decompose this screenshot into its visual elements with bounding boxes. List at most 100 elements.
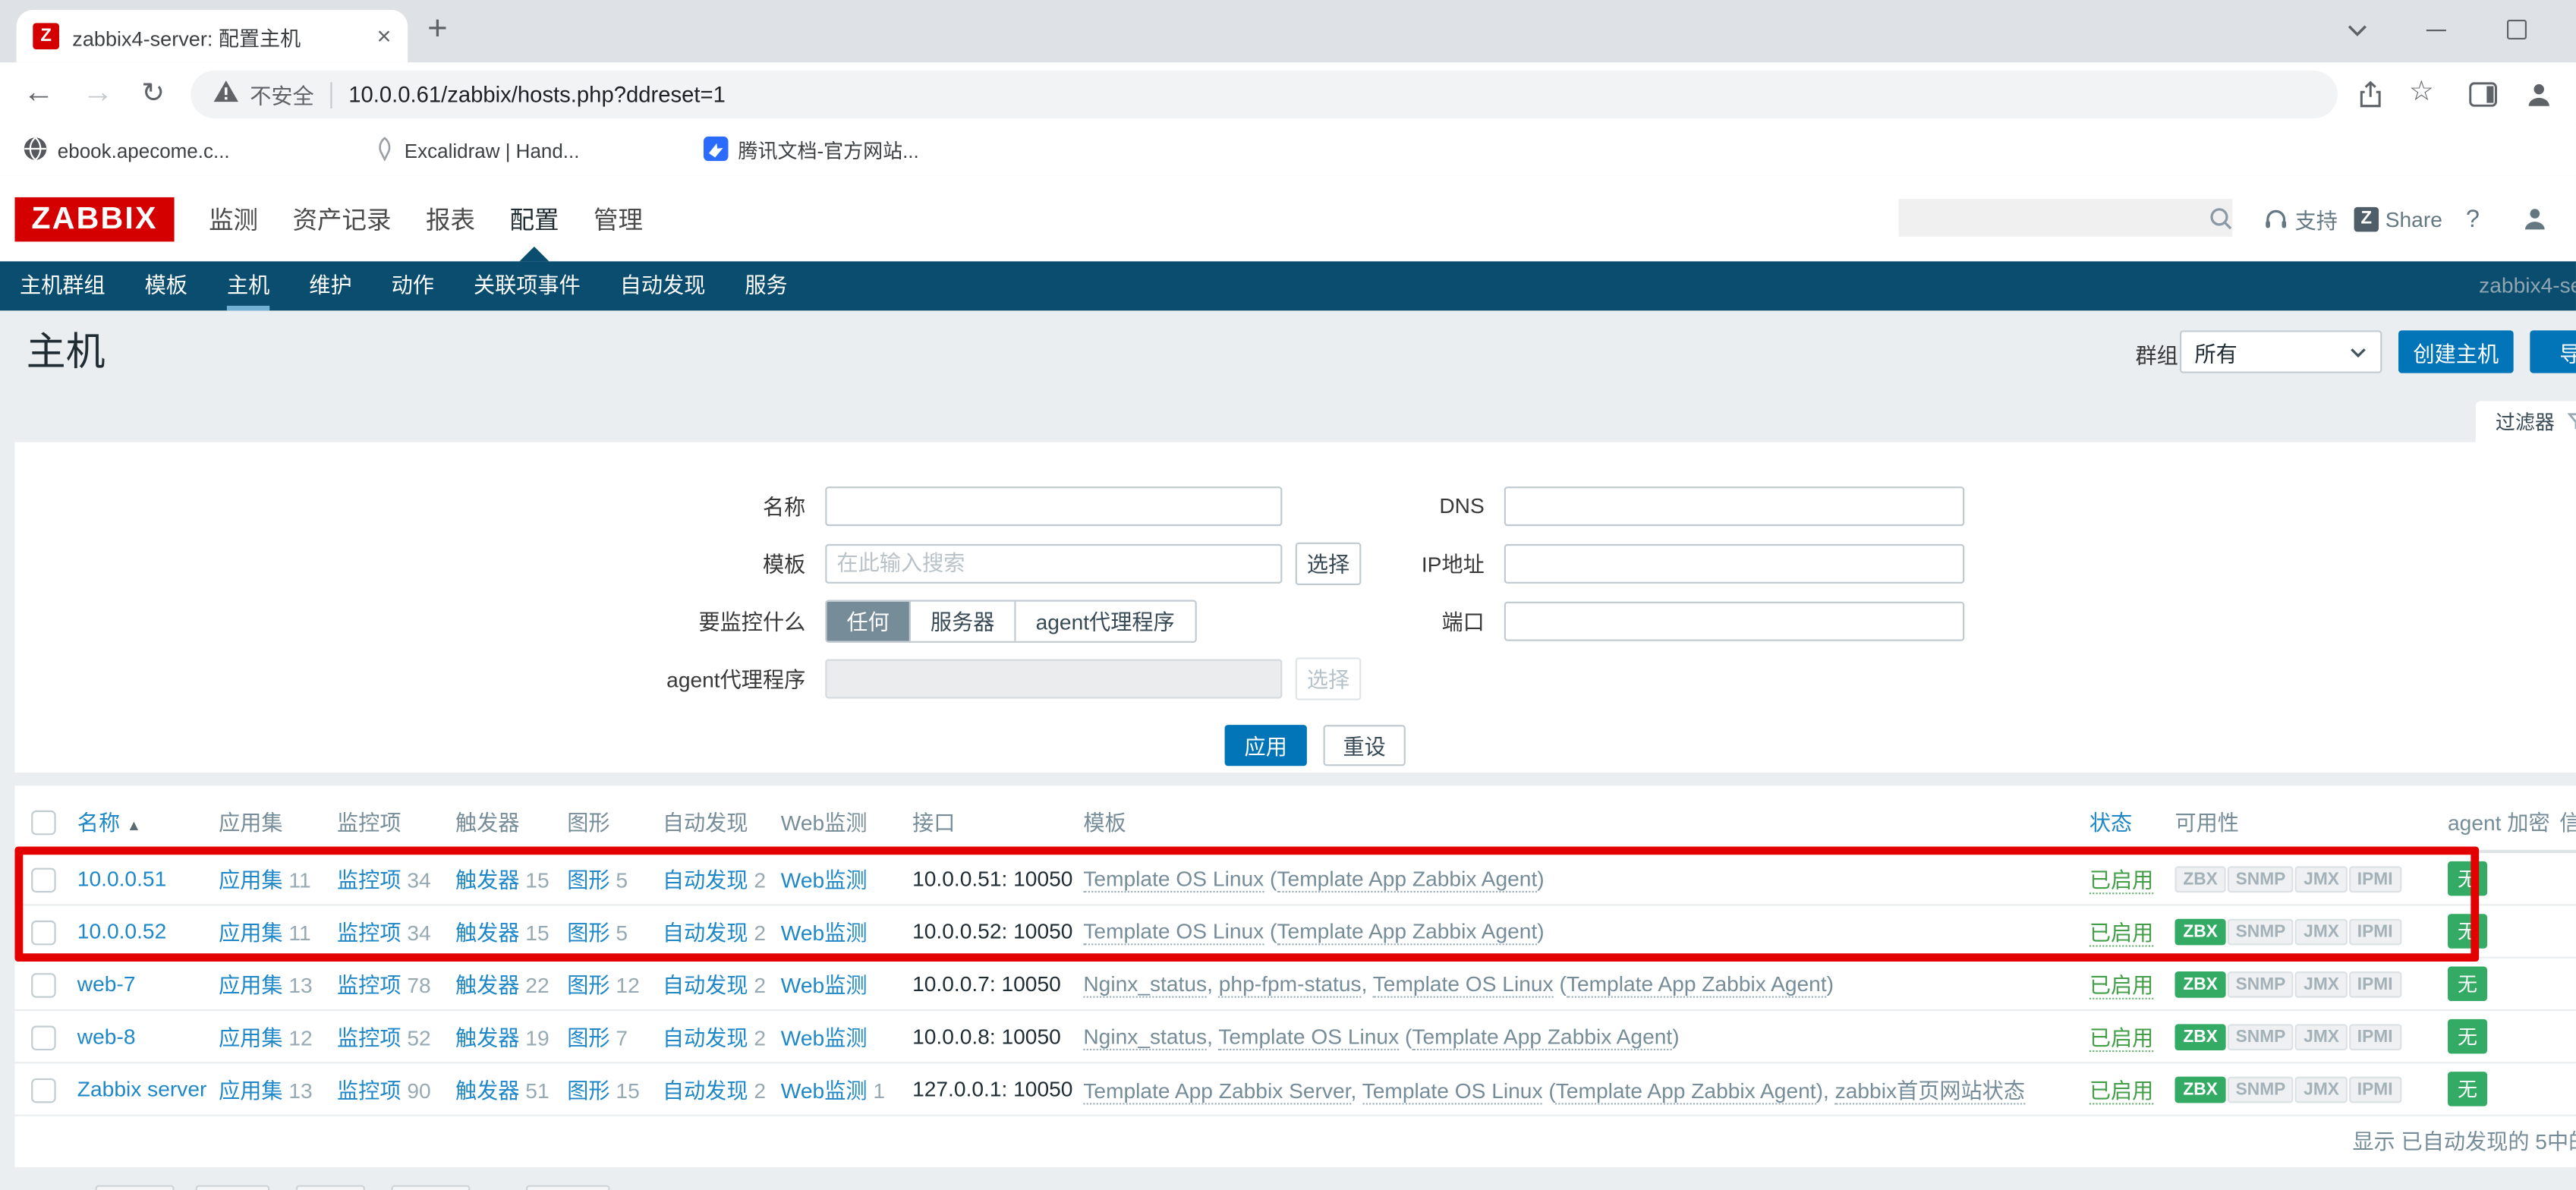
graphs-link[interactable]: 图形 xyxy=(567,1026,609,1050)
zabbix-logo[interactable]: ZABBIX xyxy=(14,197,174,241)
applications-link[interactable]: 应用集 xyxy=(219,1078,283,1103)
template-link[interactable]: Nginx_status xyxy=(1083,1024,1207,1050)
template-link[interactable]: php-fpm-status xyxy=(1219,971,1362,998)
mass-action-button[interactable] xyxy=(196,1185,269,1190)
monitored-by-server[interactable]: 服务器 xyxy=(911,601,1016,641)
web-link[interactable]: Web监测 xyxy=(781,921,868,945)
items-link[interactable]: 监控项 xyxy=(337,973,402,997)
template-link[interactable]: Template App Zabbix Agent xyxy=(1556,1078,1816,1105)
forward-button[interactable]: → xyxy=(82,76,113,112)
side-panel-icon[interactable] xyxy=(2466,77,2499,110)
mass-action-button[interactable] xyxy=(526,1185,609,1190)
dns-filter-input[interactable] xyxy=(1504,486,1964,525)
bookmark-item[interactable]: Excalidraw | Hand... xyxy=(375,136,580,165)
reload-button[interactable]: ↻ xyxy=(141,76,165,112)
search-icon[interactable] xyxy=(2208,205,2234,231)
triggers-link[interactable]: 触发器 xyxy=(455,1026,520,1050)
security-label[interactable]: 不安全 xyxy=(250,79,314,110)
tab-close-icon[interactable]: × xyxy=(376,24,391,48)
discovery-link[interactable]: 自动发现 xyxy=(663,868,748,892)
graphs-link[interactable]: 图形 xyxy=(567,868,609,892)
web-link[interactable]: Web监测 xyxy=(781,973,868,997)
template-link[interactable]: Template App Zabbix Agent xyxy=(1567,971,1827,998)
row-checkbox[interactable] xyxy=(31,1078,55,1102)
browser-profile-avatar[interactable] xyxy=(2521,77,2554,110)
help-link[interactable]: ? xyxy=(2466,176,2480,262)
items-link[interactable]: 监控项 xyxy=(337,921,402,945)
bookmark-star-icon[interactable]: ☆ xyxy=(2405,76,2438,109)
monitored-by-proxy[interactable]: agent代理程序 xyxy=(1016,601,1195,641)
mass-action-button[interactable] xyxy=(296,1185,365,1190)
triggers-link[interactable]: 触发器 xyxy=(455,1078,520,1103)
ip-filter-input[interactable] xyxy=(1504,543,1964,583)
template-filter-input[interactable] xyxy=(825,543,1282,583)
template-link[interactable]: Template OS Linux xyxy=(1083,919,1264,946)
create-host-button[interactable]: 创建主机 xyxy=(2398,330,2514,373)
address-bar[interactable]: 不安全 10.0.0.61/zabbix/hosts.php?ddreset=1 xyxy=(191,71,2338,118)
template-link[interactable]: Template App Zabbix Agent xyxy=(1277,866,1537,892)
import-button[interactable]: 导入 xyxy=(2530,330,2576,373)
triggers-link[interactable]: 触发器 xyxy=(455,868,520,892)
apply-button[interactable]: 应用 xyxy=(1225,725,1307,766)
share-icon[interactable] xyxy=(2354,77,2387,110)
host-name-link[interactable]: web-8 xyxy=(77,1024,136,1048)
graphs-link[interactable]: 图形 xyxy=(567,973,609,997)
subnav-discovery[interactable]: 自动发现 xyxy=(600,261,726,310)
global-search-input[interactable] xyxy=(1899,199,2208,237)
nav-configuration[interactable]: 配置 xyxy=(510,176,559,262)
row-checkbox[interactable] xyxy=(31,1025,55,1050)
group-select[interactable]: 所有 xyxy=(2180,330,2382,373)
status-enabled-link[interactable]: 已启用 xyxy=(2089,973,2154,1000)
applications-link[interactable]: 应用集 xyxy=(219,973,283,997)
port-filter-input[interactable] xyxy=(1504,601,1964,641)
bookmark-item[interactable]: 腾讯文档-官方网站... xyxy=(704,136,919,165)
subnav-maintenance[interactable]: 维护 xyxy=(289,261,371,310)
nav-administration[interactable]: 管理 xyxy=(594,176,643,262)
triggers-link[interactable]: 触发器 xyxy=(455,921,520,945)
applications-link[interactable]: 应用集 xyxy=(219,868,283,892)
status-enabled-link[interactable]: 已启用 xyxy=(2089,921,2154,947)
template-link[interactable]: Template OS Linux xyxy=(1373,971,1554,998)
items-link[interactable]: 监控项 xyxy=(337,868,402,892)
template-link[interactable]: Template OS Linux xyxy=(1218,1024,1399,1050)
template-link[interactable]: Template OS Linux xyxy=(1362,1078,1543,1105)
items-link[interactable]: 监控项 xyxy=(337,1026,402,1050)
subnav-services[interactable]: 服务 xyxy=(725,261,807,310)
row-checkbox[interactable] xyxy=(31,972,55,996)
reset-button[interactable]: 重设 xyxy=(1324,725,1406,766)
nav-inventory[interactable]: 资产记录 xyxy=(293,176,392,262)
subnav-actions[interactable]: 动作 xyxy=(372,261,454,310)
template-link[interactable]: Template App Zabbix Server xyxy=(1083,1078,1350,1105)
url-text[interactable]: 10.0.0.61/zabbix/hosts.php?ddreset=1 xyxy=(348,82,726,106)
web-link[interactable]: Web监测 xyxy=(781,1078,868,1103)
status-enabled-link[interactable]: 已启用 xyxy=(2089,1078,2154,1105)
column-header-status[interactable]: 状态 xyxy=(2089,811,2132,835)
column-header-name[interactable]: 名称▲ xyxy=(77,811,141,835)
graphs-link[interactable]: 图形 xyxy=(567,921,609,945)
status-enabled-link[interactable]: 已启用 xyxy=(2089,1026,2154,1053)
web-link[interactable]: Web监测 xyxy=(781,1026,868,1050)
template-link[interactable]: zabbix首页网站状态 xyxy=(1835,1078,2025,1105)
row-checkbox[interactable] xyxy=(31,867,55,892)
template-link[interactable]: Nginx_status xyxy=(1083,971,1207,998)
web-link[interactable]: Web监测 xyxy=(781,868,868,892)
mass-action-button[interactable] xyxy=(391,1185,470,1190)
row-checkbox[interactable] xyxy=(31,920,55,944)
mass-action-button[interactable] xyxy=(96,1185,175,1190)
host-name-link[interactable]: 10.0.0.52 xyxy=(77,919,166,943)
subnav-event-correlation[interactable]: 关联项事件 xyxy=(454,261,600,310)
status-enabled-link[interactable]: 已启用 xyxy=(2089,868,2154,895)
user-profile-icon[interactable] xyxy=(2521,176,2548,262)
host-name-link[interactable]: 10.0.0.51 xyxy=(77,866,166,890)
back-button[interactable]: ← xyxy=(23,76,54,112)
applications-link[interactable]: 应用集 xyxy=(219,1026,283,1050)
window-maximize-button[interactable] xyxy=(2500,13,2533,46)
select-all-checkbox[interactable] xyxy=(31,810,55,834)
bookmark-item[interactable]: ebook.apecome.c... xyxy=(23,136,229,165)
triggers-link[interactable]: 触发器 xyxy=(455,973,520,997)
nav-reports[interactable]: 报表 xyxy=(426,176,475,262)
graphs-link[interactable]: 图形 xyxy=(567,1078,609,1103)
new-tab-button[interactable]: + xyxy=(427,10,448,49)
subnav-hosts[interactable]: 主机 xyxy=(207,261,289,310)
template-link[interactable]: Template App Zabbix Agent xyxy=(1277,919,1537,946)
